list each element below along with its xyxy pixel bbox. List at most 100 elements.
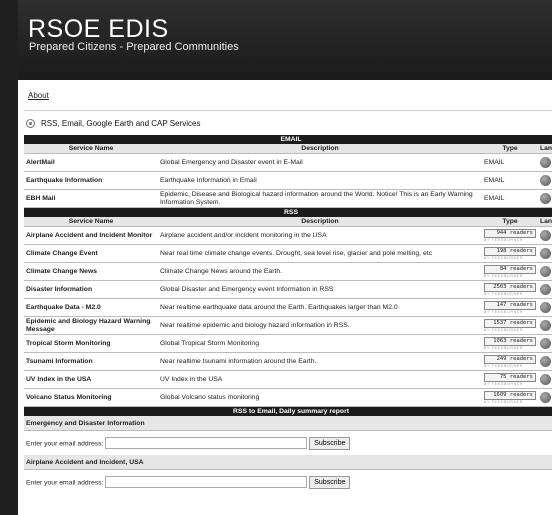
service-description: Global Disaster and Emergency event Info… — [158, 280, 482, 299]
feedburner-label: BY FEEDBURNER — [484, 292, 524, 296]
reader-count: 1063 readers — [484, 337, 536, 346]
service-name: AlertMail — [24, 153, 158, 172]
feedburner-label: BY FEEDBURNER — [484, 328, 524, 332]
service-description: Global Emergency and Disaster event in E… — [158, 153, 482, 172]
service-name[interactable]: UV Index in the USA — [24, 370, 158, 389]
reader-count: 944 readers — [484, 229, 536, 238]
services-table: EMAIL Service Name Description Type Lang… — [24, 135, 552, 494]
service-description: Airplane accident and/or incident monito… — [158, 226, 482, 245]
reader-count: 1609 readers — [484, 391, 536, 400]
service-name: EBH Mail — [24, 189, 158, 208]
feedburner-label: BY FEEDBURNER — [484, 238, 524, 242]
service-description: Global Tropical Storm Monitoring — [158, 334, 482, 353]
reader-count: 84 readers — [484, 265, 536, 274]
feedburner-badge[interactable]: 147 readers BY FEEDBURNER — [484, 301, 536, 314]
language-globe-icon[interactable] — [540, 302, 551, 313]
feedburner-label: BY FEEDBURNER — [484, 256, 524, 260]
feedburner-label: BY FEEDBURNER — [484, 274, 524, 278]
subscribe-button[interactable]: Subscribe — [309, 475, 351, 489]
email-section-header: EMAIL — [24, 135, 552, 144]
email-label: Enter your email address: — [26, 439, 104, 447]
service-description: Epidemic, Disease and Biological hazard … — [158, 189, 482, 208]
service-type: EMAIL — [482, 171, 538, 190]
col-service-name: Service Name — [24, 144, 158, 154]
reader-count: 198 readers — [484, 247, 536, 256]
site-header: RSOE EDIS Prepared Citizens - Prepared C… — [18, 0, 552, 80]
service-type: EMAIL — [482, 153, 538, 172]
email-label: Enter your email address: — [26, 478, 104, 486]
feedburner-label: BY FEEDBURNER — [484, 364, 524, 368]
form-title: Emergency and Disaster Information — [24, 416, 552, 431]
feedburner-badge[interactable]: 2503 readers BY FEEDBURNER — [484, 283, 536, 296]
col-description: Description — [158, 217, 482, 227]
reader-count: 1537 readers — [484, 319, 536, 328]
feedburner-badge[interactable]: 198 readers BY FEEDBURNER — [484, 247, 536, 260]
reader-count: 75 readers — [484, 373, 536, 382]
col-lang: Lang — [538, 217, 552, 227]
bullet-icon — [26, 119, 35, 128]
daily-section-header: RSS to Email, Daily summary report — [24, 406, 552, 416]
service-name[interactable]: Earthquake Data - M2.0 — [24, 298, 158, 317]
service-name[interactable]: Airplane Accident and Incident Monitor — [24, 226, 158, 245]
language-globe-icon[interactable] — [540, 175, 551, 186]
service-name[interactable]: Climate Change News — [24, 262, 158, 281]
left-bar — [0, 0, 18, 515]
service-name[interactable]: Climate Change Event — [24, 244, 158, 263]
service-name[interactable]: Tsunami Information — [24, 352, 158, 371]
language-globe-icon[interactable] — [540, 248, 551, 259]
feedburner-label: BY FEEDBURNER — [484, 310, 524, 314]
language-globe-icon[interactable] — [540, 266, 551, 277]
feedburner-badge[interactable]: 249 readers BY FEEDBURNER — [484, 355, 536, 368]
language-globe-icon[interactable] — [540, 157, 551, 168]
site-title: RSOE EDIS — [28, 15, 169, 43]
col-type: Type — [482, 217, 538, 227]
language-globe-icon[interactable] — [540, 193, 551, 204]
feedburner-badge[interactable]: 1537 readers BY FEEDBURNER — [484, 319, 536, 332]
feedburner-badge[interactable]: 1063 readers BY FEEDBURNER — [484, 337, 536, 350]
service-description: Near realtime earthquake data around the… — [158, 298, 482, 317]
reader-count: 249 readers — [484, 355, 536, 364]
service-description: Near realtime epidemic and biology hazar… — [158, 316, 482, 335]
feedburner-badge[interactable]: 75 readers BY FEEDBURNER — [484, 373, 536, 386]
services-heading: RSS, Email, Google Earth and CAP Service… — [26, 119, 200, 128]
language-globe-icon[interactable] — [540, 392, 551, 403]
subscribe-button[interactable]: Subscribe — [309, 436, 351, 450]
form-title: Airplane Accident and Incident, USA — [24, 455, 552, 470]
rss-section-header: RSS — [24, 207, 552, 217]
language-globe-icon[interactable] — [540, 320, 551, 331]
service-name[interactable]: Epidemic and Biology Hazard Warning Mess… — [24, 316, 158, 335]
col-service-name: Service Name — [24, 217, 158, 227]
feedburner-label: BY FEEDBURNER — [484, 400, 524, 404]
language-globe-icon[interactable] — [540, 356, 551, 367]
service-name[interactable]: Disaster Information — [24, 280, 158, 299]
language-globe-icon[interactable] — [540, 230, 551, 241]
service-description: Near real time climate change events. Dr… — [158, 244, 482, 263]
email-input[interactable] — [105, 437, 308, 449]
feedburner-badge[interactable]: 1609 readers BY FEEDBURNER — [484, 391, 536, 404]
language-globe-icon[interactable] — [540, 374, 551, 385]
reader-count: 147 readers — [484, 301, 536, 310]
about-link[interactable]: About — [28, 91, 49, 100]
services-heading-text: RSS, Email, Google Earth and CAP Service… — [41, 119, 201, 128]
divider — [24, 110, 552, 111]
service-description: UV Index in the USA — [158, 370, 482, 389]
feedburner-badge[interactable]: 84 readers BY FEEDBURNER — [484, 265, 536, 278]
col-lang: Lang — [538, 144, 552, 154]
service-name[interactable]: Volcano Status Monitoring — [24, 388, 158, 407]
service-description: Near realtime tsunami information around… — [158, 352, 482, 371]
service-name: Earthquake Information — [24, 171, 158, 190]
col-type: Type — [482, 144, 538, 154]
service-description: Global Volcano status monitoring — [158, 388, 482, 407]
language-globe-icon[interactable] — [540, 338, 551, 349]
service-description: Earthquake Information in Email — [158, 171, 482, 190]
email-input[interactable] — [105, 476, 308, 488]
reader-count: 2503 readers — [484, 283, 536, 292]
service-type: EMAIL — [482, 189, 538, 208]
service-name[interactable]: Tropical Storm Monitoring — [24, 334, 158, 353]
service-description: Climate Change News around the Earth. — [158, 262, 482, 281]
feedburner-label: BY FEEDBURNER — [484, 346, 524, 350]
feedburner-badge[interactable]: 944 readers BY FEEDBURNER — [484, 229, 536, 242]
site-subtitle: Prepared Citizens - Prepared Communities — [29, 41, 239, 53]
language-globe-icon[interactable] — [540, 284, 551, 295]
col-description: Description — [158, 144, 482, 154]
